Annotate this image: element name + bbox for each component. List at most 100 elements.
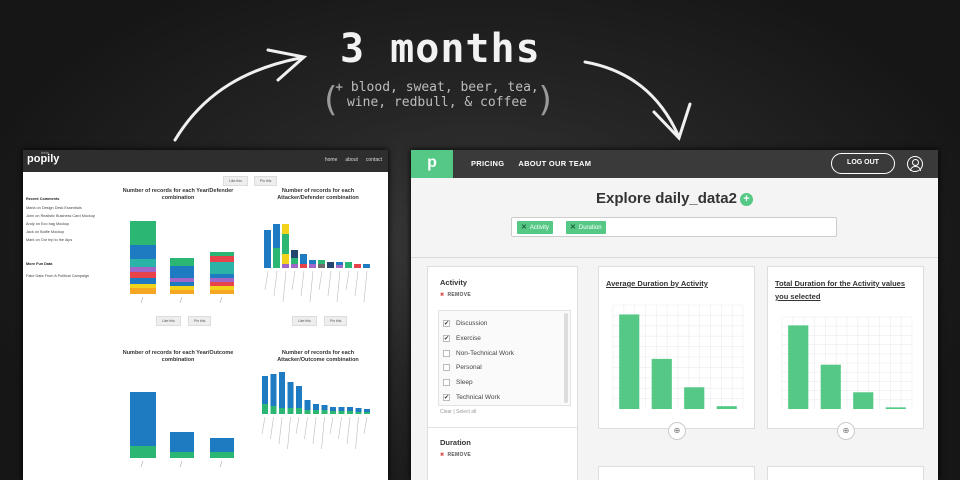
old-chart-bar-segment — [130, 446, 156, 458]
old-chart-bar-segment — [130, 284, 156, 288]
old-chart-attacker-outcome: Number of records for each Attacker/Outc… — [258, 350, 378, 480]
old-chart-bar-segment — [338, 411, 345, 414]
old-logo[interactable]: popily beta — [27, 150, 59, 165]
old-tick-label — [300, 270, 305, 297]
filter-activity-remove[interactable]: ✖ REMOVE — [440, 292, 471, 298]
old-nav-contact[interactable]: contact — [366, 157, 382, 163]
old-chart-bar-segment — [309, 264, 316, 268]
old-chart-bar-segment — [313, 404, 319, 410]
old-tick-label — [327, 270, 332, 297]
tag-activity[interactable]: ✕ Activity — [517, 221, 553, 234]
old-chart-bar-segment — [130, 278, 156, 284]
old-chart-bar-segment — [279, 408, 285, 414]
old-chart-bar-segment — [354, 264, 361, 268]
checkbox[interactable] — [443, 379, 450, 386]
checkbox[interactable] — [443, 320, 450, 327]
checkbox[interactable] — [443, 394, 450, 401]
activity-options-list[interactable]: Discussion Exercise Non-Technical Work P… — [438, 310, 571, 406]
logout-button[interactable]: LOG OUT — [831, 153, 895, 174]
filter-duration-remove[interactable]: ✖ REMOVE — [440, 452, 471, 458]
old-chart-bar-segment — [170, 266, 194, 278]
chart-title-line: Total Duration for the Activity values — [775, 279, 906, 288]
old-chart-bar-segment — [130, 392, 156, 446]
old-nav-home[interactable]: home — [325, 157, 338, 163]
tag-remove-icon[interactable]: ✕ — [570, 224, 576, 231]
old-tick-label — [179, 296, 183, 304]
option-personal[interactable]: Personal — [443, 364, 482, 371]
comment-link[interactable]: John on Realistic Business Card Mockup — [26, 212, 116, 220]
old-logo-beta: beta — [41, 150, 49, 155]
chart-bar — [684, 387, 705, 409]
old-pin-button[interactable]: Pin this — [253, 176, 278, 186]
zoom-icon[interactable]: ⊕ — [668, 422, 686, 440]
old-chart-bar-segment — [130, 288, 156, 294]
checkbox[interactable] — [443, 335, 450, 342]
old-chart-like-button[interactable]: Like this — [156, 316, 181, 326]
old-tick-label — [270, 416, 274, 440]
remove-label: REMOVE — [447, 452, 471, 458]
chart-title[interactable]: Average Duration by Activity — [606, 277, 708, 290]
old-tick-label — [264, 270, 269, 291]
old-tick-label — [219, 460, 223, 468]
old-tick-label — [140, 460, 144, 468]
old-chart-pin-button[interactable]: Pin this — [187, 316, 212, 326]
old-chart-bar-segment — [338, 407, 345, 411]
tag-duration[interactable]: ✕ Duration — [566, 221, 606, 234]
old-chart-pin-button[interactable]: Pin this — [323, 316, 348, 326]
old-nav-about[interactable]: about — [345, 157, 358, 163]
chart-title-line: you selected — [775, 292, 821, 301]
page-title: Explore daily_data2 + — [411, 190, 938, 207]
option-technical-work[interactable]: Technical Work — [443, 394, 500, 401]
checkbox[interactable] — [443, 364, 450, 371]
comment-link[interactable]: Jack on Bottle Mockup — [26, 228, 116, 236]
old-tick-label — [312, 416, 317, 445]
option-label: Sleep — [456, 379, 473, 386]
zoom-icon[interactable]: ⊕ — [837, 422, 855, 440]
old-chart-bar-segment — [210, 452, 234, 458]
old-tick-label — [291, 270, 296, 291]
old-chart-bar-segment — [130, 272, 156, 278]
old-tick-label — [345, 270, 350, 291]
add-icon[interactable]: + — [739, 193, 753, 206]
old-chart-bar-segment — [282, 264, 289, 268]
old-chart-bar-segment — [327, 262, 334, 268]
comment-link[interactable]: Marla on Design Desk Essentials — [26, 204, 116, 212]
variable-search-input[interactable]: ✕ Activity ✕ Duration — [511, 217, 837, 237]
old-chart-bar-segment — [330, 411, 336, 414]
old-nav: home about contact — [325, 157, 382, 163]
nav-about-our-team[interactable]: ABOUT OUR TEAM — [518, 159, 591, 168]
option-discussion[interactable]: Discussion — [443, 320, 487, 327]
checkbox[interactable] — [443, 350, 450, 357]
old-chart-bar-segment — [130, 267, 156, 272]
option-label: Non-Technical Work — [456, 350, 515, 357]
user-profile-icon[interactable] — [907, 156, 923, 172]
comment-link[interactable]: Mark on Our trip to the Alps — [26, 236, 116, 244]
recent-comments-heading: Recent Comments — [26, 197, 60, 201]
more-data-link[interactable]: Fake Data From A Political Campaign — [26, 272, 116, 280]
option-non-technical-work[interactable]: Non-Technical Work — [443, 350, 514, 357]
old-chart-bar-segment — [336, 262, 343, 265]
old-tick-label — [354, 270, 359, 297]
chart-bar — [885, 407, 906, 409]
chart-plot — [612, 304, 744, 409]
options-scrollbar[interactable] — [564, 313, 568, 403]
filter-activity-heading: Activity — [440, 278, 468, 287]
old-like-button[interactable]: Like this — [223, 176, 248, 186]
nav-pricing[interactable]: PRICING — [471, 159, 504, 168]
option-exercise[interactable]: Exercise — [443, 335, 481, 342]
old-chart-bar-segment — [273, 262, 280, 268]
old-chart-like-button[interactable]: Like this — [292, 316, 317, 326]
old-chart-plot — [130, 392, 234, 468]
tag-remove-icon[interactable]: ✕ — [521, 224, 527, 231]
clear-select-all[interactable]: Clear | Select all — [440, 409, 476, 415]
filters-panel: Activity ✖REMOVE Discussion Exercise Non… — [427, 266, 578, 480]
new-logo[interactable]: p — [411, 150, 453, 178]
old-chart-title: Number of records for each Attacker/Defe… — [277, 188, 359, 201]
comment-link[interactable]: Andy on Eco bag Mockup — [26, 220, 116, 228]
filter-duration-heading: Duration — [440, 438, 471, 447]
old-chart-bar-segment — [347, 411, 353, 414]
chart-title[interactable]: Total Duration for the Activity values yo… — [775, 277, 905, 303]
old-chart-bar-segment — [347, 407, 353, 411]
option-sleep[interactable]: Sleep — [443, 379, 473, 386]
old-chart-bar-segment — [273, 248, 280, 262]
